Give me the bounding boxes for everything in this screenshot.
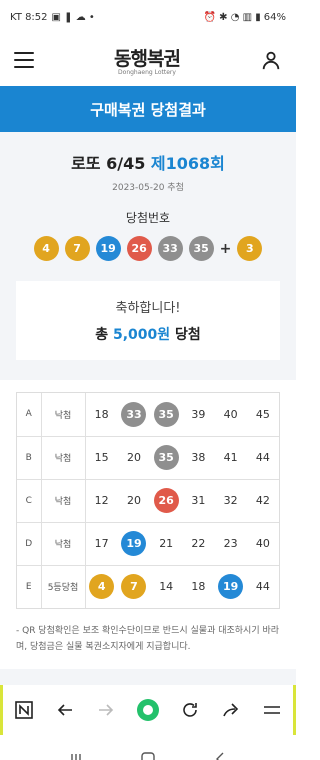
notice-text: - QR 당첨확인은 보조 확인수단이므로 반드시 실물과 대조하시기 바라며,… xyxy=(16,626,280,653)
winning-ball: 26 xyxy=(126,236,152,261)
winning-numbers-label: 당첨번호 xyxy=(125,211,171,225)
ticket-number-matched: 35 xyxy=(153,445,179,470)
back-button-icon[interactable] xyxy=(212,751,228,760)
prize-prefix: 총 xyxy=(95,327,109,343)
winning-ball: 33 xyxy=(157,236,183,261)
status-bar: KT 8:52 ▣ ❚ ☁ • ⏰ ✱ ◔ ▥ ▮ 64% xyxy=(0,0,296,34)
row-label: A xyxy=(17,393,42,437)
app-bar: 동행복권 Donghaeng Lottery xyxy=(0,34,296,86)
winning-ball: 4 xyxy=(33,236,59,261)
carrier-time: KT 8:52 xyxy=(10,11,48,23)
ticket-number: 44 xyxy=(255,451,270,464)
back-arrow-icon[interactable] xyxy=(55,700,75,720)
row-status: 낙첨 xyxy=(41,436,86,480)
ticket-number: 20 xyxy=(126,451,141,464)
ticket-number: 31 xyxy=(191,494,206,507)
ticket-number: 17 xyxy=(94,537,109,550)
ticket-number: 18 xyxy=(94,407,109,421)
ticket-table: A 낙첨 18 33 35 39 40 45 B 낙첨 15 20 35 38 … xyxy=(16,392,280,609)
row-status: 낙첨 xyxy=(41,522,86,566)
logo[interactable]: 동행복권 Donghaeng Lottery xyxy=(114,44,181,76)
forward-arrow-icon[interactable] xyxy=(96,700,116,720)
ticket-number-matched: 35 xyxy=(153,401,179,427)
congrats-message: 축하합니다! xyxy=(115,301,181,316)
plus-sign: + xyxy=(219,240,232,257)
page-title: 구매복권 당첨결과 xyxy=(90,100,206,119)
share-icon[interactable] xyxy=(221,700,241,720)
browser-toolbar xyxy=(0,685,296,736)
bonus-ball: 3 xyxy=(237,236,263,261)
game-name: 로또 6/45 xyxy=(71,154,146,173)
ticket-number: 44 xyxy=(255,580,270,594)
row-status: 낙첨 xyxy=(41,479,86,523)
divider xyxy=(0,669,296,686)
ticket-number: 23 xyxy=(223,537,238,550)
draw-round: 제1068회 xyxy=(150,154,225,173)
winning-ball: 7 xyxy=(64,236,90,261)
ticket-number: 42 xyxy=(255,494,270,507)
system-nav-bar xyxy=(0,735,296,760)
refresh-icon[interactable] xyxy=(180,700,200,720)
draw-date: 2023-05-20 추첨 xyxy=(112,183,184,193)
ticket-number: 14 xyxy=(159,580,174,594)
row-label: C xyxy=(17,479,42,523)
table-row: D 낙첨 17 19 21 22 23 40 xyxy=(17,522,279,566)
notification-icons: ▣ ❚ ☁ • xyxy=(51,11,95,23)
battery-level: 64% xyxy=(263,11,286,23)
ticket-number: 40 xyxy=(255,537,270,550)
ticket-number-matched: 33 xyxy=(121,401,147,427)
logo-subtext: Donghaeng Lottery xyxy=(118,69,176,76)
winning-numbers: 4 7 19 26 33 35 + 3 xyxy=(16,236,280,261)
prize-amount: 5,000원 xyxy=(112,327,171,343)
home-button-icon[interactable] xyxy=(140,751,156,760)
ticket-number: 22 xyxy=(191,537,206,550)
prize-total: 총 5,000원 당첨 xyxy=(26,324,270,344)
menu-lines-icon[interactable] xyxy=(262,700,282,720)
winning-ball: 35 xyxy=(188,236,214,261)
draw-result-section: 로또 6/45 제1068회 2023-05-20 추첨 당첨번호 4 7 19… xyxy=(0,132,296,380)
recent-apps-icon[interactable] xyxy=(68,751,84,760)
ticket-number: 15 xyxy=(94,451,109,464)
logo-text: 동행복권 xyxy=(114,48,181,70)
ticket-number: 18 xyxy=(191,580,206,594)
ticket-number-matched: 4 xyxy=(89,574,115,600)
ticket-number-matched: 19 xyxy=(218,574,244,600)
ticket-number: 20 xyxy=(126,494,141,507)
table-row: B 낙첨 15 20 35 38 41 44 xyxy=(17,436,279,480)
congrats-box: 축하합니다! 총 5,000원 당첨 xyxy=(16,281,280,360)
row-label: D xyxy=(17,522,42,566)
ticket-number: 12 xyxy=(94,494,109,507)
row-status: 낙첨 xyxy=(41,393,86,437)
ticket-number: 39 xyxy=(191,407,206,421)
row-status: 5등당첨 xyxy=(41,565,86,608)
ticket-number-matched: 7 xyxy=(121,574,147,600)
row-label: E xyxy=(17,565,42,608)
ticket-number: 45 xyxy=(255,407,270,421)
row-label: B xyxy=(17,436,42,480)
table-row: A 낙첨 18 33 35 39 40 45 xyxy=(17,393,279,437)
menu-icon[interactable] xyxy=(14,52,34,68)
draw-title: 로또 6/45 제1068회 xyxy=(16,150,280,174)
table-row: E 5등당첨 4 7 14 18 19 44 xyxy=(17,565,279,608)
ticket-number: 38 xyxy=(191,451,206,464)
naver-tabs-icon[interactable] xyxy=(14,700,34,720)
ticket-number: 21 xyxy=(159,537,174,550)
home-icon[interactable] xyxy=(136,699,159,722)
ticket-number: 32 xyxy=(223,494,238,507)
ticket-number: 41 xyxy=(223,451,238,464)
page-title-banner: 구매복권 당첨결과 xyxy=(0,86,296,132)
winning-ball: 19 xyxy=(95,236,121,261)
ticket-number: 40 xyxy=(223,407,238,421)
user-icon[interactable] xyxy=(260,49,282,71)
table-row: C 낙첨 12 20 26 31 32 42 xyxy=(17,479,279,523)
prize-suffix: 당첨 xyxy=(175,327,201,343)
ticket-number-matched: 19 xyxy=(121,531,147,556)
ticket-number-matched: 26 xyxy=(153,488,179,513)
system-icons: ⏰ ✱ ◔ ▥ ▮ xyxy=(203,11,261,23)
